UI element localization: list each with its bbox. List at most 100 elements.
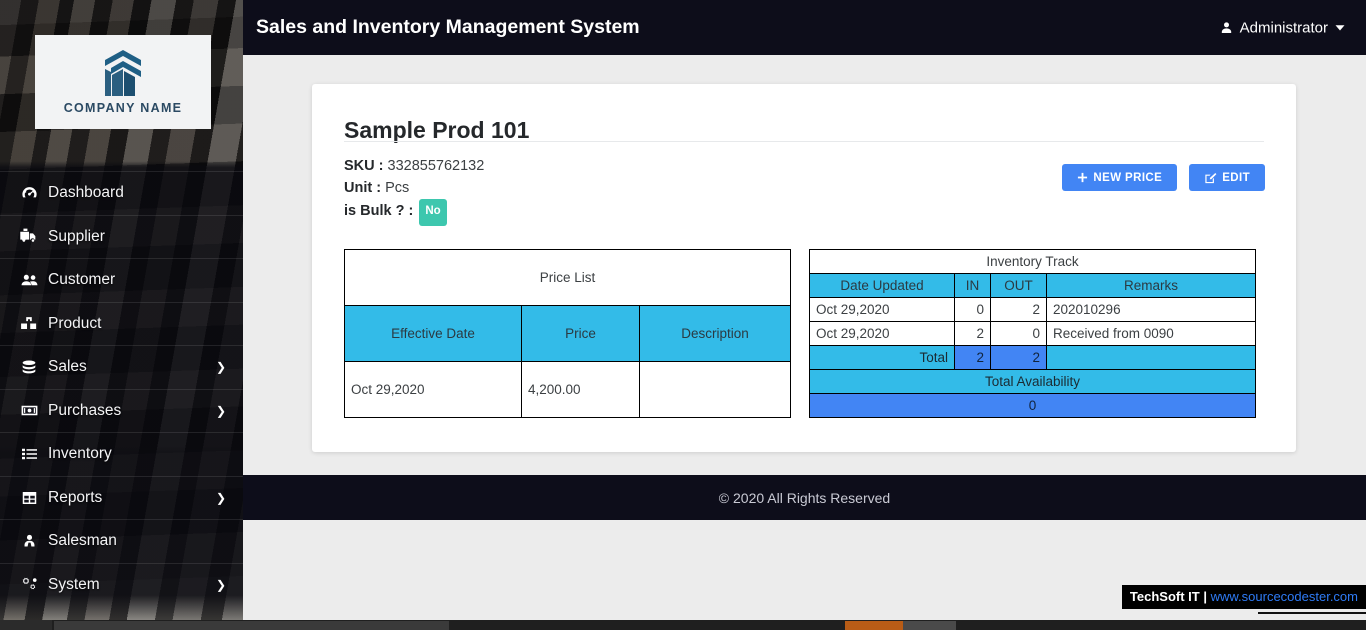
- edit-label: EDIT: [1222, 171, 1250, 184]
- inventory-track-table: Inventory Track Date Updated IN OUT Rema…: [808, 249, 1257, 418]
- product-meta: SKU : 332855762132 Unit : Pcs is Bulk ? …: [344, 156, 484, 226]
- footer-text: © 2020 All Rights Reserved: [718, 489, 891, 506]
- tachometer-icon: [14, 184, 44, 203]
- users-icon: [14, 271, 44, 290]
- sidebar-item-dashboard[interactable]: Dashboard: [0, 171, 243, 215]
- status-badge: No: [419, 199, 447, 226]
- column-header[interactable]: Remarks: [1045, 273, 1257, 298]
- product-unit-label: Unit :: [344, 179, 382, 196]
- cell-in: 0: [954, 297, 991, 322]
- main-content: Sample Prod 101 SKU : 332855762132 Unit …: [243, 55, 1366, 475]
- sidebar-item-label: Sales: [48, 358, 87, 376]
- table-header-row: Effective Date Price Description: [344, 305, 791, 362]
- total-out-value: 2: [990, 345, 1047, 370]
- chevron-right-icon: ❯: [215, 360, 226, 375]
- app-window: COMPANY NAME Dashboard Supplier Customer: [0, 0, 1366, 630]
- new-price-button[interactable]: NEW PRICE: [1062, 164, 1178, 191]
- footer: © 2020 All Rights Reserved: [243, 475, 1366, 520]
- table-row: Oct 29,2020 2 0 Received from 0090: [809, 321, 1257, 346]
- truck-loading-icon: [14, 227, 44, 246]
- user-tie-icon: [14, 532, 44, 551]
- product-bulk-row: is Bulk ? : No: [344, 199, 484, 226]
- product-bulk-label: is Bulk ? :: [344, 203, 414, 219]
- chevron-down-icon: [1334, 22, 1346, 34]
- user-menu[interactable]: Administrator: [1219, 19, 1346, 36]
- os-taskbar-window-1[interactable]: [54, 621, 449, 630]
- tables-row: Price List Effective Date Price Descript…: [344, 249, 1264, 418]
- product-sku-row: SKU : 332855762132: [344, 156, 484, 178]
- cell-remarks: Received from 0090: [1045, 321, 1257, 346]
- availability-label: Total Availability: [808, 369, 1257, 394]
- edit-button[interactable]: EDIT: [1189, 164, 1265, 191]
- chevron-right-icon: ❯: [215, 577, 226, 592]
- brand-logo-text: COMPANY NAME: [63, 101, 183, 115]
- sidebar-item-label: Customer: [48, 271, 116, 289]
- cell-price: 4,200.00: [521, 361, 640, 418]
- table-caption-row: Inventory Track: [808, 249, 1257, 274]
- sidebar-item-customer[interactable]: Customer: [0, 258, 243, 302]
- product-sku-value: 332855762132: [387, 158, 485, 174]
- divider: [344, 141, 1264, 142]
- sidebar-item-salesman[interactable]: Salesman: [0, 519, 243, 563]
- sidebar-item-supplier[interactable]: Supplier: [0, 214, 243, 259]
- sidebar-menu: Dashboard Supplier Customer Product Sale…: [0, 171, 243, 606]
- sidebar-item-inventory[interactable]: Inventory: [0, 432, 243, 476]
- column-header[interactable]: Effective Date: [344, 305, 522, 362]
- sidebar-item-sales[interactable]: Sales ❯: [0, 345, 243, 389]
- coins-icon: [14, 358, 44, 377]
- sidebar-item-label: Salesman: [48, 532, 117, 550]
- os-taskbar: [0, 620, 1366, 630]
- column-header[interactable]: Date Updated: [809, 273, 955, 298]
- sidebar-item-reports[interactable]: Reports ❯: [0, 475, 243, 520]
- user-menu-label: Administrator: [1239, 19, 1328, 36]
- os-taskbar-window-3[interactable]: [903, 621, 956, 630]
- brand-logo[interactable]: COMPANY NAME: [35, 35, 211, 129]
- sidebar-item-label: Product: [48, 314, 102, 332]
- card-actions: NEW PRICE EDIT: [1062, 164, 1265, 191]
- price-list-caption: Price List: [344, 249, 791, 306]
- page-bottom-edge: [1258, 612, 1366, 614]
- chevron-right-icon: ❯: [215, 490, 226, 505]
- cell-effective-date: Oct 29,2020: [344, 361, 522, 418]
- boxes-icon: [14, 314, 44, 333]
- table-row: Oct 29,2020 4,200.00: [344, 361, 791, 418]
- column-header[interactable]: OUT: [990, 273, 1047, 298]
- building-chevrons-icon: [105, 50, 141, 96]
- cogs-icon: [14, 575, 44, 594]
- sidebar-item-product[interactable]: Product: [0, 301, 243, 346]
- chevron-right-icon: ❯: [215, 403, 226, 418]
- os-taskbar-window-2[interactable]: [845, 621, 903, 630]
- inventory-track-caption: Inventory Track: [808, 249, 1257, 274]
- column-header[interactable]: Description: [639, 305, 791, 362]
- cell-in: 2: [954, 321, 991, 346]
- product-sku-label: SKU :: [344, 158, 384, 174]
- table-availability-value-row: 0: [808, 393, 1257, 418]
- table-grid-icon: [14, 489, 44, 507]
- cell-description: [639, 361, 791, 418]
- user-icon: [1219, 20, 1234, 35]
- sidebar-item-purchases[interactable]: Purchases ❯: [0, 388, 243, 433]
- price-list-table: Price List Effective Date Price Descript…: [344, 249, 791, 418]
- table-caption-row: Price List: [344, 249, 791, 306]
- sidebar: COMPANY NAME Dashboard Supplier Customer: [0, 0, 243, 620]
- column-header[interactable]: Price: [521, 305, 640, 362]
- total-blank-cell: [1045, 345, 1257, 370]
- money-bill-icon: [14, 401, 44, 420]
- table-row: Oct 29,2020 0 2 202010296: [809, 297, 1257, 322]
- product-unit-value: Pcs: [385, 179, 410, 196]
- sidebar-item-label: Dashboard: [48, 184, 124, 202]
- new-price-label: NEW PRICE: [1093, 171, 1163, 184]
- table-header-row: Date Updated IN OUT Remarks: [809, 273, 1257, 298]
- column-header[interactable]: IN: [954, 273, 991, 298]
- total-in-value: 2: [954, 345, 991, 370]
- product-detail-card: Sample Prod 101 SKU : 332855762132 Unit …: [312, 84, 1296, 452]
- app-title: Sales and Inventory Management System: [256, 16, 640, 38]
- os-taskbar-start[interactable]: [0, 620, 52, 630]
- sidebar-item-label: System: [48, 575, 100, 593]
- watermark-brand: TechSoft IT: [1129, 589, 1200, 604]
- watermark-url[interactable]: www.sourcecodester.com: [1211, 589, 1358, 604]
- sidebar-item-system[interactable]: System ❯: [0, 562, 243, 607]
- availability-value: 0: [808, 393, 1257, 418]
- watermark-separator: |: [1203, 589, 1207, 604]
- cell-date-updated: Oct 29,2020: [809, 321, 955, 346]
